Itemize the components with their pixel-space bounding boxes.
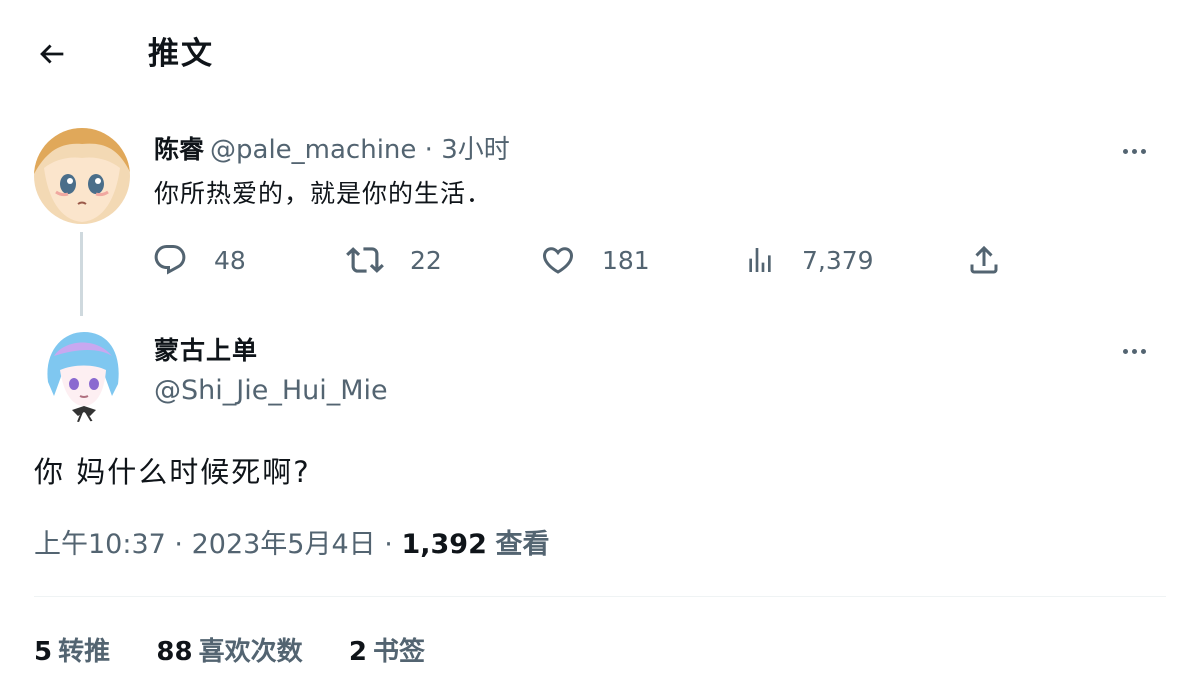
comment-bubble-icon bbox=[154, 245, 186, 275]
share-button[interactable] bbox=[966, 238, 1002, 282]
retweet-button[interactable]: 22 bbox=[346, 238, 442, 282]
more-dot bbox=[1131, 148, 1137, 154]
views-count: 1,392 bbox=[401, 529, 487, 560]
stat-count: 88 bbox=[156, 637, 193, 667]
more-options-button[interactable] bbox=[1114, 336, 1154, 366]
thread-connector bbox=[80, 232, 83, 316]
like-count: 181 bbox=[602, 245, 650, 275]
stat-count: 5 bbox=[34, 637, 53, 667]
reply-count: 48 bbox=[214, 245, 246, 275]
tweet-time[interactable]: 上午10:37 bbox=[34, 529, 166, 560]
retweets-stat[interactable]: 5 转推 bbox=[34, 632, 110, 672]
more-horizontal-icon bbox=[1122, 348, 1128, 354]
reply-author-handle[interactable]: @Shi_Jie_Hui_Mie bbox=[154, 373, 388, 409]
reply-tweet-text: 你 妈什么时候死啊? bbox=[34, 455, 311, 489]
tweet-date[interactable]: 2023年5月4日 bbox=[192, 529, 376, 560]
stat-label: 书签 bbox=[372, 637, 425, 667]
bar-chart-icon bbox=[749, 248, 771, 272]
reply-button[interactable]: 48 bbox=[152, 238, 246, 282]
separator-dot: · bbox=[174, 529, 183, 560]
page-title: 推文 bbox=[148, 36, 214, 72]
parent-tweet-header: 陈睿 @pale_machine · 3小时 bbox=[154, 132, 510, 168]
more-options-button[interactable] bbox=[1114, 136, 1154, 166]
avatar-illustration bbox=[34, 326, 130, 422]
author-name[interactable]: 陈睿 bbox=[154, 135, 204, 164]
heart-icon bbox=[542, 247, 574, 274]
retweet-count: 22 bbox=[410, 245, 442, 275]
divider bbox=[34, 596, 1166, 597]
reply-author-name[interactable]: 蒙古上单 bbox=[154, 333, 258, 369]
likes-stat[interactable]: 88 喜欢次数 bbox=[156, 632, 302, 672]
engagement-stats: 5 转推 88 喜欢次数 2 书签 bbox=[34, 632, 463, 672]
more-dot bbox=[1131, 348, 1137, 354]
separator-dot: · bbox=[424, 135, 433, 165]
tweet-time[interactable]: 3小时 bbox=[441, 135, 510, 165]
top-bar: 推文 bbox=[0, 0, 1198, 108]
avatar[interactable] bbox=[34, 326, 130, 422]
more-dot bbox=[1140, 148, 1146, 154]
separator-dot: · bbox=[384, 529, 393, 560]
views-count: 7,379 bbox=[802, 245, 874, 275]
avatar-illustration bbox=[34, 128, 130, 224]
author-handle[interactable]: @pale_machine bbox=[210, 135, 416, 165]
tweet-metadata: 上午10:37 · 2023年5月4日 · 1,392 查看 bbox=[34, 526, 549, 564]
stat-label: 喜欢次数 bbox=[198, 637, 303, 667]
bookmarks-stat[interactable]: 2 书签 bbox=[349, 632, 425, 672]
views-button[interactable]: 7,379 bbox=[744, 238, 874, 282]
more-horizontal-icon bbox=[1122, 148, 1128, 154]
views-label: 查看 bbox=[495, 529, 550, 560]
back-button[interactable] bbox=[30, 34, 74, 74]
arrow-left-icon bbox=[40, 44, 64, 64]
avatar[interactable] bbox=[34, 128, 130, 224]
stat-label: 转推 bbox=[58, 637, 111, 667]
like-button[interactable]: 181 bbox=[540, 238, 650, 282]
share-upload-icon bbox=[970, 245, 998, 274]
tweet-actions: 48 22 181 7,379 bbox=[150, 238, 1010, 282]
parent-tweet-text: 你所热爱的，就是你的生活． bbox=[154, 179, 493, 208]
stat-count: 2 bbox=[348, 637, 367, 667]
more-dot bbox=[1140, 348, 1146, 354]
retweet-icon bbox=[346, 247, 384, 273]
